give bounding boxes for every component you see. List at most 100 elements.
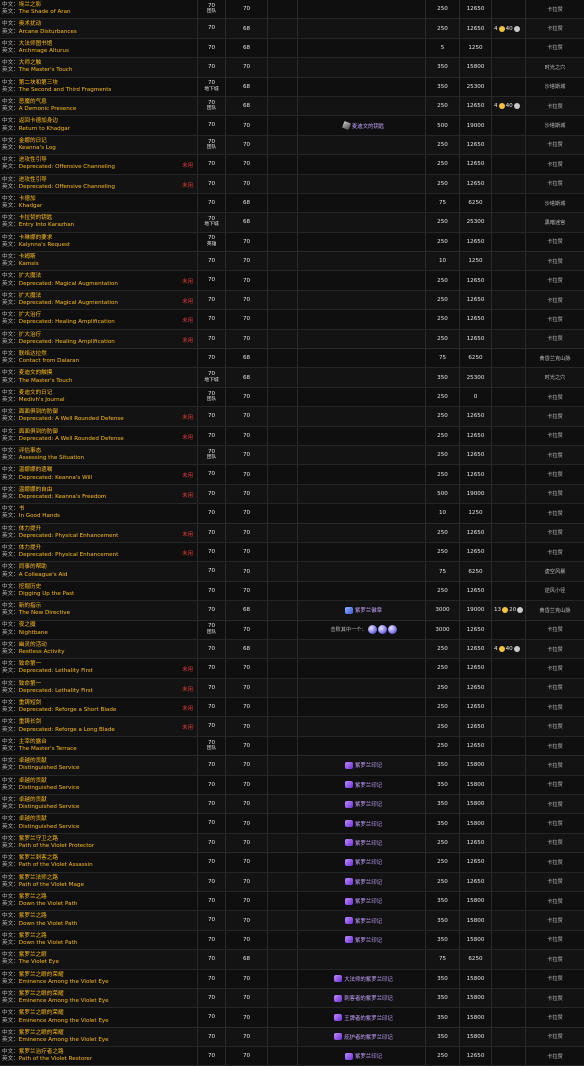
zone-link[interactable]: 卡拉赞 bbox=[547, 975, 563, 982]
zone-link[interactable]: 卡拉赞 bbox=[547, 529, 563, 536]
quest-name-en-link[interactable]: Path of the Violet Assassin bbox=[19, 862, 93, 868]
reward-item-link[interactable]: 紫罗兰印记 bbox=[355, 917, 382, 925]
orb-icon[interactable] bbox=[387, 625, 397, 635]
violet-signet-icon[interactable] bbox=[345, 917, 354, 925]
quest-name-cn-link[interactable]: 紫罗兰之眼的荣耀 bbox=[19, 1030, 64, 1036]
violet-signet-icon[interactable] bbox=[345, 1052, 354, 1060]
reward-item-link[interactable]: 紫罗兰印记 bbox=[355, 761, 382, 769]
quest-name-cn-link[interactable]: 恶魔的气息 bbox=[19, 99, 47, 105]
quest-name-en-link[interactable]: Deprecated: Physical Enhancement bbox=[19, 552, 119, 558]
quest-name-en-link[interactable]: Deprecated: Offensive Channeling bbox=[19, 164, 115, 170]
quest-name-en-link[interactable]: The Master's Terrace bbox=[19, 746, 77, 752]
zone-link[interactable]: 卡拉赞 bbox=[547, 103, 563, 110]
zone-link[interactable]: 黑暗迷宫 bbox=[545, 219, 566, 226]
quest-name-cn-link[interactable]: 幽灵的活动 bbox=[19, 642, 47, 648]
quest-name-cn-link[interactable]: 卡姆斯 bbox=[19, 254, 36, 260]
reward-item-link[interactable]: 紫罗兰印记 bbox=[355, 936, 382, 944]
quest-name-cn-link[interactable]: 重铸短剑 bbox=[19, 700, 41, 706]
quest-name-cn-link[interactable]: 卓越的贡献 bbox=[19, 778, 47, 784]
quest-name-en-link[interactable]: Path of the Violet Mage bbox=[19, 882, 84, 888]
quest-name-en-link[interactable]: Eminence Among the Violet Eye bbox=[19, 979, 109, 985]
quest-name-cn-link[interactable]: 体力提升 bbox=[19, 526, 41, 532]
zone-link[interactable]: 卡拉赞 bbox=[547, 413, 563, 420]
quest-name-cn-link[interactable]: 紫罗兰刺客之路 bbox=[19, 855, 58, 861]
zone-link[interactable]: 卡拉赞 bbox=[547, 1033, 563, 1040]
violet-signet-icon[interactable] bbox=[334, 975, 343, 983]
quest-name-cn-link[interactable]: 麦迪文的触摸 bbox=[19, 370, 53, 376]
reward-item-link[interactable]: 紫罗兰印记 bbox=[355, 858, 382, 866]
quest-name-cn-link[interactable]: 卓越的贡献 bbox=[19, 797, 47, 803]
quest-name-en-link[interactable]: Distinguished Service bbox=[19, 804, 80, 810]
quest-name-cn-link[interactable]: 紫罗兰之眼的荣耀 bbox=[19, 1010, 64, 1016]
zone-link[interactable]: 卡拉赞 bbox=[547, 141, 563, 148]
quest-name-en-link[interactable]: Keanna's Log bbox=[19, 145, 56, 151]
zone-link[interactable]: 卡拉赞 bbox=[547, 956, 563, 963]
quest-name-cn-link[interactable]: 扩大魔法 bbox=[19, 293, 41, 299]
zone-link[interactable]: 卡拉赞 bbox=[547, 394, 563, 401]
quest-name-cn-link[interactable]: 紫罗兰法师之路 bbox=[19, 875, 58, 881]
quest-name-cn-link[interactable]: 致命第一 bbox=[19, 661, 41, 667]
reward-item-link[interactable]: 紫罗兰徽章 bbox=[355, 606, 382, 614]
quest-name-en-link[interactable]: In Good Hands bbox=[19, 513, 60, 519]
zone-link[interactable]: 卡拉赞 bbox=[547, 917, 563, 924]
quest-name-cn-link[interactable]: 紫罗兰之眼的荣耀 bbox=[19, 972, 64, 978]
violet-signet-icon[interactable] bbox=[345, 839, 354, 847]
reward-item-link[interactable]: 紫罗兰印记 bbox=[355, 878, 382, 886]
quest-name-en-link[interactable]: Deprecated: Magical Augmentation bbox=[19, 281, 118, 287]
quest-name-en-link[interactable]: Down the Violet Path bbox=[19, 940, 78, 946]
zone-link[interactable]: 黄昏兰克山脉 bbox=[539, 607, 570, 614]
zone-link[interactable]: 沙塔斯城 bbox=[545, 83, 566, 90]
quest-name-cn-link[interactable]: 第二块和第三块 bbox=[19, 80, 58, 86]
quest-name-cn-link[interactable]: 夜之魇 bbox=[19, 622, 36, 628]
quest-name-cn-link[interactable]: 主宰的露台 bbox=[19, 739, 47, 745]
quest-name-cn-link[interactable]: 进攻性引导 bbox=[19, 177, 47, 183]
zone-link[interactable]: 虚空风暴 bbox=[545, 568, 566, 575]
zone-link[interactable]: 卡拉赞 bbox=[547, 471, 563, 478]
zone-link[interactable]: 卡拉赞 bbox=[547, 44, 563, 51]
quest-name-en-link[interactable]: The Second and Third Fragments bbox=[19, 87, 112, 93]
zone-link[interactable]: 逆风小径 bbox=[545, 587, 566, 594]
zone-link[interactable]: 卡拉赞 bbox=[547, 1053, 563, 1060]
quest-name-en-link[interactable]: Deprecated: Offensive Channeling bbox=[19, 184, 115, 190]
zone-link[interactable]: 卡拉赞 bbox=[547, 316, 563, 323]
quest-name-en-link[interactable]: Restless Activity bbox=[19, 649, 65, 655]
quest-name-cn-link[interactable]: 紫罗兰之眼的荣耀 bbox=[19, 991, 64, 997]
zone-link[interactable]: 卡拉赞 bbox=[547, 510, 563, 517]
quest-name-cn-link[interactable]: 扩大治疗 bbox=[19, 332, 41, 338]
quest-name-en-link[interactable]: Eminence Among the Violet Eye bbox=[19, 998, 109, 1004]
quest-name-cn-link[interactable]: 新的指示 bbox=[19, 603, 41, 609]
zone-link[interactable]: 卡拉赞 bbox=[547, 238, 563, 245]
zone-link[interactable]: 卡拉赞 bbox=[547, 549, 563, 556]
quest-name-cn-link[interactable]: 扩大魔法 bbox=[19, 273, 41, 279]
quest-name-cn-link[interactable]: 紫罗兰之路 bbox=[19, 933, 47, 939]
quest-name-cn-link[interactable]: 评估事态 bbox=[19, 448, 41, 454]
zone-link[interactable]: 卡拉赞 bbox=[547, 161, 563, 168]
quest-name-en-link[interactable]: Khadgar bbox=[19, 203, 42, 209]
quest-name-en-link[interactable]: Deprecated: Lethality First bbox=[19, 688, 93, 694]
quest-name-en-link[interactable]: Down the Violet Path bbox=[19, 921, 78, 927]
zone-link[interactable]: 卡拉赞 bbox=[547, 820, 563, 827]
quest-name-en-link[interactable]: Return to Khadgar bbox=[19, 126, 70, 132]
orb-icon[interactable] bbox=[367, 625, 377, 635]
violet-signet-icon[interactable] bbox=[345, 897, 354, 905]
quest-name-cn-link[interactable]: 温娜娜的自由 bbox=[19, 487, 53, 493]
reward-item-link[interactable]: 紫罗兰印记 bbox=[355, 839, 382, 847]
quest-name-cn-link[interactable]: 同事的帮助 bbox=[19, 564, 47, 570]
quest-name-cn-link[interactable]: 大师之触 bbox=[19, 60, 41, 66]
violet-signet-icon[interactable] bbox=[334, 1033, 343, 1041]
quest-name-cn-link[interactable]: 温娜娜的遗嘱 bbox=[19, 467, 53, 473]
quest-name-cn-link[interactable]: 卡德加 bbox=[19, 196, 36, 202]
quest-name-cn-link[interactable]: 紫罗兰之路 bbox=[19, 894, 47, 900]
quest-name-en-link[interactable]: Deprecated: Keanna's Will bbox=[19, 475, 92, 481]
quest-name-cn-link[interactable]: 致命第一 bbox=[19, 681, 41, 687]
quest-name-en-link[interactable]: Digging Up the Past bbox=[19, 591, 74, 597]
quest-name-cn-link[interactable]: 体力提升 bbox=[19, 545, 41, 551]
quest-name-en-link[interactable]: Eminence Among the Violet Eye bbox=[19, 1037, 109, 1043]
zone-link[interactable]: 卡拉赞 bbox=[547, 878, 563, 885]
violet-signet-icon[interactable] bbox=[345, 878, 354, 886]
zone-link[interactable]: 卡拉赞 bbox=[547, 180, 563, 187]
violet-signet-icon[interactable] bbox=[334, 1014, 343, 1021]
quest-name-cn-link[interactable]: 大法师图书馆 bbox=[19, 41, 53, 47]
quest-name-en-link[interactable]: Deprecated: Physical Enhancement bbox=[19, 533, 119, 539]
quest-name-en-link[interactable]: Archmage Alturus bbox=[19, 48, 69, 54]
